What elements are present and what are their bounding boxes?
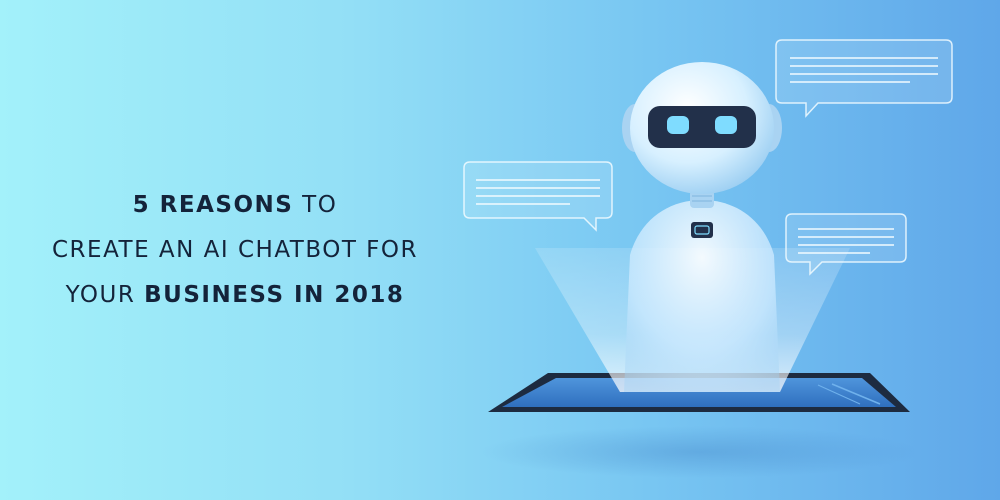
robot-illustration (463, 39, 953, 478)
robot-eye (667, 116, 689, 134)
robot-eye (715, 116, 737, 134)
chat-bubble-icon (775, 39, 953, 118)
robot-visor (648, 106, 756, 148)
banner: 5 REASONS TO CREATE AN AI CHATBOT FOR YO… (0, 0, 1000, 500)
chat-bubble-icon (463, 161, 613, 232)
robot-icon (622, 62, 782, 392)
shadow (480, 426, 920, 478)
